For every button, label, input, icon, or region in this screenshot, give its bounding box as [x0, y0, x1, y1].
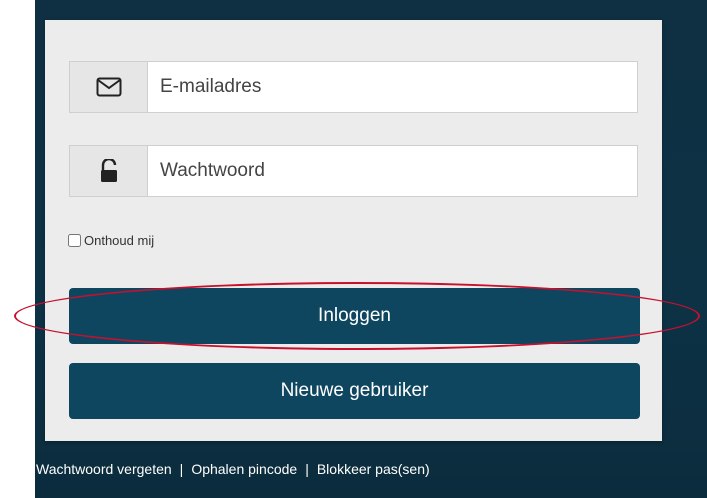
email-addon	[70, 62, 148, 112]
unlock-icon	[100, 159, 117, 182]
retrieve-pin-link[interactable]: Ophalen pincode	[191, 461, 297, 477]
email-input[interactable]	[148, 62, 637, 112]
email-field-group	[69, 61, 638, 113]
password-field-group	[69, 145, 638, 197]
envelope-icon	[96, 77, 121, 97]
password-addon	[70, 146, 148, 196]
password-input[interactable]	[148, 146, 637, 196]
new-user-button[interactable]: Nieuwe gebruiker	[69, 363, 640, 419]
login-button[interactable]: Inloggen	[69, 288, 640, 344]
footer-links: Wachtwoord vergeten | Ophalen pincode | Blok…	[36, 461, 430, 477]
footer-separator: |	[179, 461, 184, 477]
block-card-link[interactable]: Blokkeer pas(sen)	[317, 461, 430, 477]
remember-me[interactable]: Onthoud mij	[68, 233, 154, 248]
remember-me-checkbox[interactable]	[68, 234, 81, 247]
footer-separator: |	[305, 461, 309, 477]
remember-me-label: Onthoud mij	[84, 233, 155, 248]
forgot-password-link[interactable]: Wachtwoord vergeten	[36, 461, 172, 477]
